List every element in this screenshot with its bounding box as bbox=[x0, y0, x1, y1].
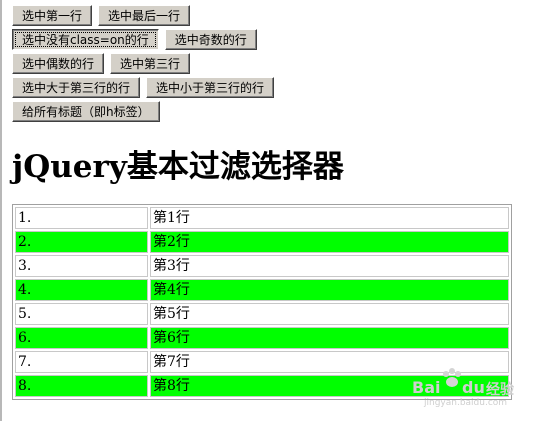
row-index-cell: 7. bbox=[15, 351, 148, 373]
row-label-cell: 第1行 bbox=[150, 207, 509, 229]
row-index-cell: 2. bbox=[15, 231, 148, 253]
table-row: 3. 第3行 bbox=[15, 255, 509, 277]
button-row-3: 选中偶数的行 选中第三行 bbox=[12, 53, 196, 75]
row-index-cell: 1. bbox=[15, 207, 148, 229]
table-row: 1. 第1行 bbox=[15, 207, 509, 229]
select-even-rows-button[interactable]: 选中偶数的行 bbox=[12, 53, 105, 74]
button-row-5: 给所有标题（即h标签） bbox=[12, 101, 166, 123]
select-odd-rows-button[interactable]: 选中奇数的行 bbox=[164, 29, 257, 50]
button-row-1: 选中第一行 选中最后一行 bbox=[12, 5, 196, 27]
row-label-cell: 第2行 bbox=[150, 231, 509, 253]
watermark-url: jingyan.baidu.com bbox=[424, 398, 508, 408]
select-last-row-button[interactable]: 选中最后一行 bbox=[98, 5, 191, 26]
select-third-row-button[interactable]: 选中第三行 bbox=[110, 53, 191, 74]
table-row: 6. 第6行 bbox=[15, 327, 509, 349]
page-title: jQuery基本过滤选择器 bbox=[12, 149, 344, 185]
row-label-cell: 第5行 bbox=[150, 303, 509, 325]
select-less-than-third-button[interactable]: 选中小于第三行的行 bbox=[146, 77, 275, 98]
select-first-row-button[interactable]: 选中第一行 bbox=[12, 5, 93, 26]
table-row: 2. 第2行 bbox=[15, 231, 509, 253]
row-label-cell: 第3行 bbox=[150, 255, 509, 277]
button-row-2: 选中没有class=on的行 选中奇数的行 bbox=[12, 29, 263, 51]
select-greater-than-third-button[interactable]: 选中大于第三行的行 bbox=[12, 77, 141, 98]
row-index-cell: 6. bbox=[15, 327, 148, 349]
baidu-jingyan-watermark: Bai du 经验 jingyan.baidu.com bbox=[410, 364, 528, 412]
left-border bbox=[0, 0, 2, 421]
table-row: 4. 第4行 bbox=[15, 279, 509, 301]
row-label-cell: 第4行 bbox=[150, 279, 509, 301]
all-headings-button[interactable]: 给所有标题（即h标签） bbox=[12, 101, 160, 122]
row-label-cell: 第6行 bbox=[150, 327, 509, 349]
watermark-brand-b: du bbox=[462, 378, 485, 397]
row-index-cell: 4. bbox=[15, 279, 148, 301]
select-not-class-on-button[interactable]: 选中没有class=on的行 bbox=[12, 29, 159, 50]
watermark-brand-a: Bai bbox=[412, 378, 441, 397]
paw-icon bbox=[443, 368, 461, 387]
row-index-cell: 5. bbox=[15, 303, 148, 325]
watermark-brand-c: 经验 bbox=[486, 382, 514, 398]
row-index-cell: 8. bbox=[15, 375, 148, 397]
table-row: 5. 第5行 bbox=[15, 303, 509, 325]
button-row-4: 选中大于第三行的行 选中小于第三行的行 bbox=[12, 77, 280, 99]
row-index-cell: 3. bbox=[15, 255, 148, 277]
